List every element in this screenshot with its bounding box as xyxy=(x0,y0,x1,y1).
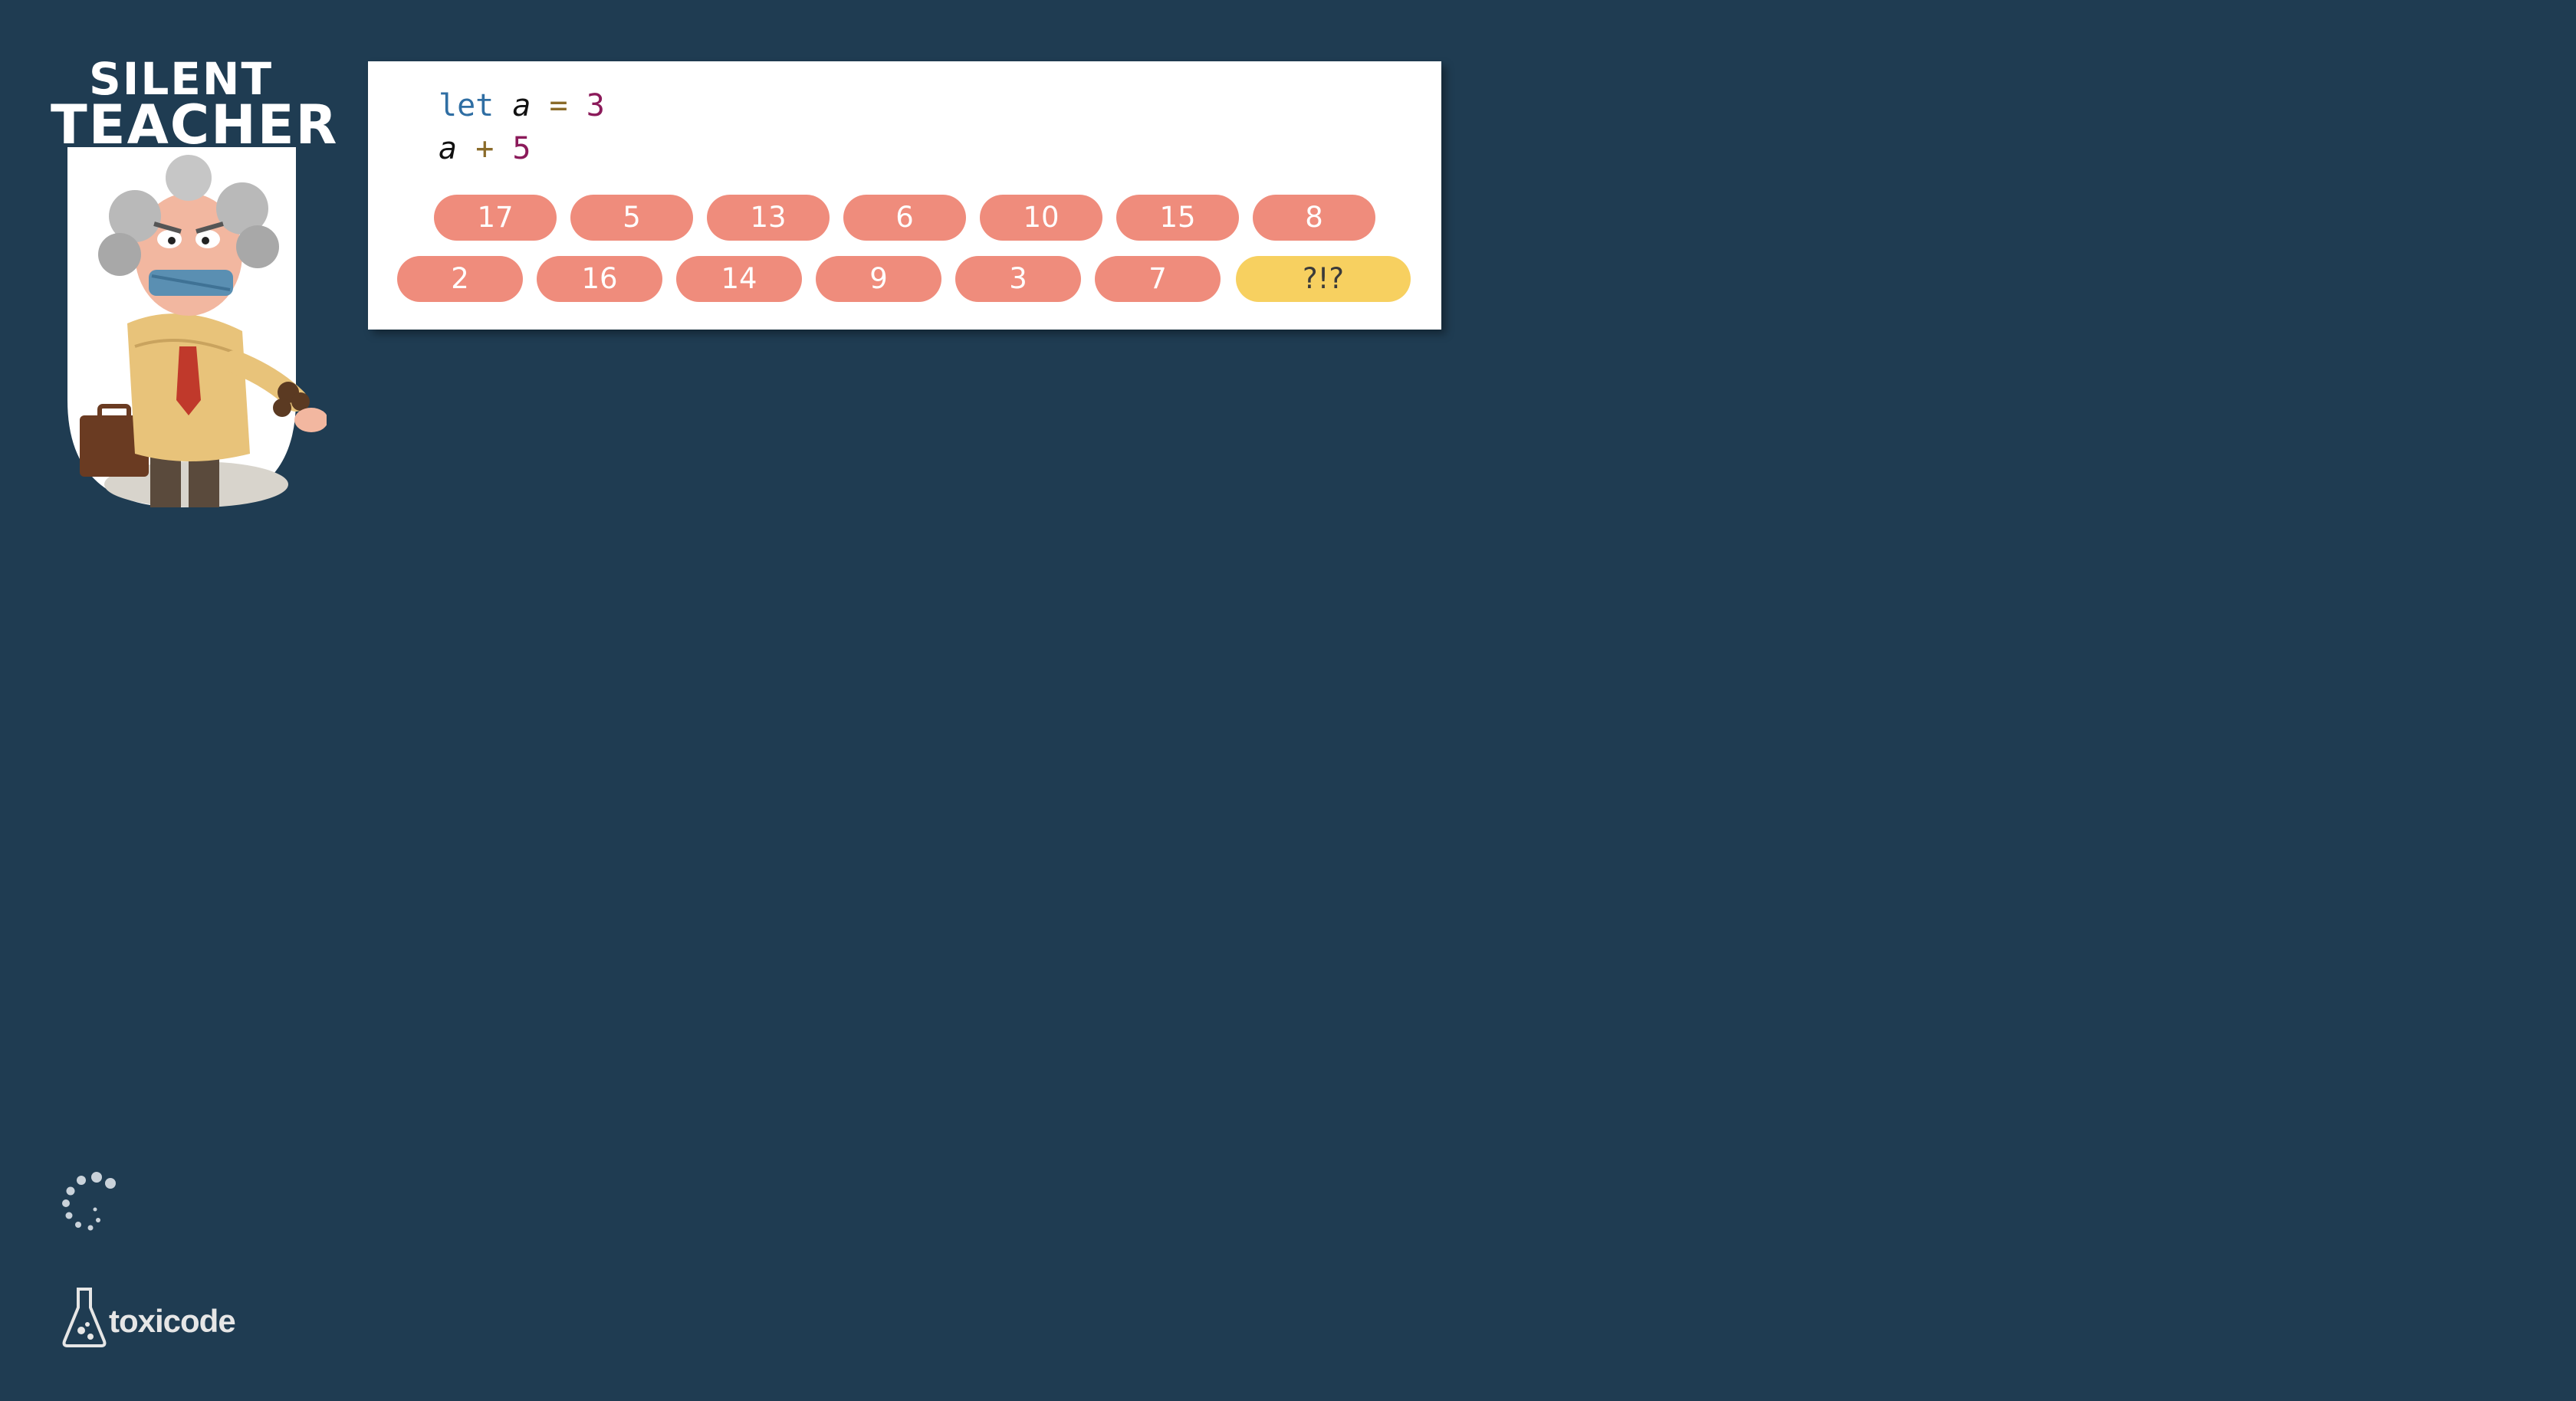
answer-button[interactable]: 9 xyxy=(816,256,941,302)
answer-button[interactable]: 5 xyxy=(570,195,693,241)
brand-name: toxicode xyxy=(109,1303,236,1339)
question-card: let a = 3 a + 5 17 5 13 6 10 15 8 2 16 1… xyxy=(368,61,1441,330)
flask-icon xyxy=(62,1288,107,1347)
answer-button[interactable]: 13 xyxy=(707,195,830,241)
answer-button[interactable]: 7 xyxy=(1095,256,1221,302)
spinner-icon xyxy=(62,1172,116,1231)
answer-choices: 17 5 13 6 10 15 8 2 16 14 9 3 7 ?!? xyxy=(368,61,1441,330)
silent-teacher-logo: SILENT TEACHER xyxy=(51,57,339,507)
give-up-button[interactable]: ?!? xyxy=(1236,256,1411,302)
teacher-illustration xyxy=(67,147,327,507)
answer-button[interactable]: 8 xyxy=(1253,195,1375,241)
answer-button[interactable]: 10 xyxy=(980,195,1102,241)
toxicode-brand[interactable]: toxicode xyxy=(61,1286,245,1347)
answer-button[interactable]: 14 xyxy=(676,256,802,302)
answer-button[interactable]: 3 xyxy=(955,256,1081,302)
answer-button[interactable]: 17 xyxy=(434,195,557,241)
answer-button[interactable]: 16 xyxy=(537,256,662,302)
answer-button[interactable]: 2 xyxy=(397,256,523,302)
answer-button[interactable]: 6 xyxy=(843,195,966,241)
logo-title-line2: TEACHER xyxy=(51,94,339,156)
answer-button[interactable]: 15 xyxy=(1116,195,1239,241)
